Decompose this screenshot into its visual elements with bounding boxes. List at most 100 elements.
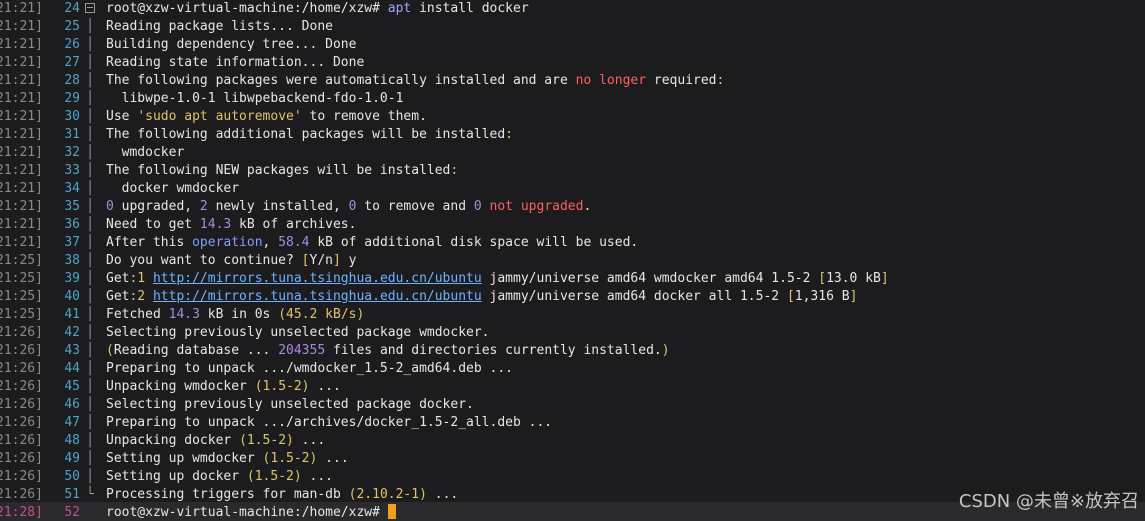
terminal-line: 21:21] 35 │ 0 upgraded, 2 newly installed, … <box>0 198 1145 216</box>
text-segment: kB in 0s <box>199 307 279 322</box>
text-segment: docker wmdocker <box>106 181 240 196</box>
line-number: 43 <box>64 343 80 358</box>
text-segment: 0 <box>473 199 482 214</box>
text-segment: (1.5-2) <box>262 451 318 466</box>
timestamp: 21:21] <box>0 37 43 52</box>
terminal-line: 21:26] 49 │ Setting up wmdocker (1.5-2) ... <box>0 450 1145 468</box>
text-segment: Do you want to continue? <box>106 253 302 268</box>
timestamp: 21:21] <box>0 235 43 250</box>
text-segment: Unpacking wmdocker <box>106 379 255 394</box>
text-segment: Building dependency tree... Done <box>106 37 357 52</box>
line-number: 39 <box>64 271 80 286</box>
timestamp: 21:21] <box>0 145 43 160</box>
fold-guide-line: │ <box>86 325 94 340</box>
terminal-line: 21:21] 37 │ After this operation, 58.4 kB o… <box>0 234 1145 252</box>
line-number: 26 <box>64 37 80 52</box>
terminal-line: 21:21] 33 │ The following NEW packages will… <box>0 162 1145 180</box>
fold-guide-line: │ <box>86 397 94 412</box>
line-number: 50 <box>64 469 80 484</box>
line-text: Get:1 http://mirrors.tuna.tsinghua.edu.c… <box>106 270 889 288</box>
text-segment: Preparing to unpack .../archives/docker_… <box>106 415 553 430</box>
text-segment: install docker <box>411 1 529 16</box>
text-segment: [ <box>786 289 795 304</box>
timestamp: 21:26] <box>0 415 43 430</box>
line-text: docker wmdocker <box>106 180 239 198</box>
terminal-line: 21:21] 36 │ Need to get 14.3 kB of archives… <box>0 216 1145 234</box>
line-text: Setting up wmdocker (1.5-2) ... <box>106 450 349 468</box>
terminal-window[interactable]: 21:21] 24 root@xzw-virtual-machine:/home/x… <box>0 0 1145 521</box>
text-segment: ( <box>106 343 114 358</box>
fold-guide-line: │ <box>86 451 94 466</box>
line-number: 31 <box>64 127 80 142</box>
text-segment: Y/n <box>309 253 333 268</box>
line-number: 36 <box>64 217 80 232</box>
text-segment: root@xzw-virtual-machine:/home/xzw# <box>106 1 388 16</box>
fold-guide-line: │ <box>86 415 94 430</box>
line-text: Processing triggers for man-db (2.10.2-1… <box>106 486 458 504</box>
text-segment: Get <box>106 271 130 286</box>
line-text: Building dependency tree... Done <box>106 36 356 54</box>
line-text: Need to get 14.3 kB of archives. <box>106 216 356 234</box>
text-segment: Setting up docker <box>106 469 247 484</box>
timestamp: 21:21] <box>0 19 43 34</box>
line-text: Do you want to continue? [Y/n] y <box>106 252 356 270</box>
text-segment: ... <box>317 451 349 466</box>
terminal-line: 21:26] 47 │ Preparing to unpack .../archive… <box>0 414 1145 432</box>
line-text: The following NEW packages will be insta… <box>106 162 458 180</box>
text-segment: Fetched <box>106 307 169 322</box>
text-segment: operation <box>192 235 263 250</box>
line-text: root@xzw-virtual-machine:/home/xzw# <box>106 504 396 521</box>
text-segment: (45.2 kB/s) <box>278 307 365 322</box>
text-segment: to remove them. <box>301 109 427 124</box>
text-segment: Need to get <box>106 217 200 232</box>
line-text: The following packages were automaticall… <box>106 72 724 90</box>
fold-guide-line: │ <box>86 109 94 124</box>
text-segment: (1.5-2) <box>239 433 294 448</box>
fold-toggle-icon[interactable] <box>84 0 96 18</box>
line-text: Unpacking docker (1.5-2) ... <box>106 432 325 450</box>
line-number: 24 <box>64 1 80 16</box>
text-segment: 'sudo apt autoremove' <box>137 109 302 124</box>
fold-guide-line: │ <box>86 37 94 52</box>
text-segment: The following additional packages will b… <box>106 127 506 142</box>
terminal-line: 21:21] 26 │ Building dependency tree... Don… <box>0 36 1145 54</box>
line-text: Unpacking wmdocker (1.5-2) ... <box>106 378 341 396</box>
text-segment: The following NEW packages will be insta… <box>106 163 451 178</box>
line-number: 45 <box>64 379 80 394</box>
line-text: The following additional packages will b… <box>106 126 513 144</box>
text-segment: : <box>716 73 725 88</box>
line-number: 33 <box>64 163 80 178</box>
text-segment: , <box>262 235 279 250</box>
line-text: Preparing to unpack .../wmdocker_1.5-2_a… <box>106 360 513 378</box>
fold-guide-line: │ <box>86 217 94 232</box>
line-text: wmdocker <box>106 144 185 162</box>
text-segment: not upgraded <box>489 199 584 214</box>
line-number: 30 <box>64 109 80 124</box>
timestamp: 21:28] <box>0 505 43 520</box>
fold-guide-line: │ <box>86 181 94 196</box>
text-segment: . <box>583 199 592 214</box>
text-segment: files and directories currently installe… <box>325 343 662 358</box>
line-text: 0 upgraded, 2 newly installed, 0 to remo… <box>106 198 591 216</box>
text-segment: The following packages were automaticall… <box>106 73 576 88</box>
line-number: 49 <box>64 451 80 466</box>
terminal-line: 21:25] 40 │ Get:2 http://mirrors.tuna.tsing… <box>0 288 1145 306</box>
url-link[interactable]: http://mirrors.tuna.tsinghua.edu.cn/ubun… <box>153 289 482 304</box>
url-link[interactable]: http://mirrors.tuna.tsinghua.edu.cn/ubun… <box>153 271 482 286</box>
fold-end-icon: └ <box>86 487 94 502</box>
fold-guide-line: │ <box>86 361 94 376</box>
text-segment: 13.0 kB <box>826 271 881 286</box>
terminal-line: 21:21] 25 │ Reading package lists... Done <box>0 18 1145 36</box>
line-number: 40 <box>64 289 80 304</box>
text-segment: y <box>340 253 357 268</box>
line-text: Use 'sudo apt autoremove' to remove them… <box>106 108 427 126</box>
terminal-line: 21:21] 31 │ The following additional packag… <box>0 126 1145 144</box>
text-segment: ] <box>332 253 341 268</box>
fold-guide-line: │ <box>86 289 94 304</box>
fold-guide-line: │ <box>86 379 94 394</box>
text-segment: Use <box>106 109 138 124</box>
timestamp: 21:21] <box>0 199 43 214</box>
timestamp: 21:25] <box>0 271 43 286</box>
text-segment: : <box>505 127 513 142</box>
fold-guide-line: │ <box>86 307 94 322</box>
